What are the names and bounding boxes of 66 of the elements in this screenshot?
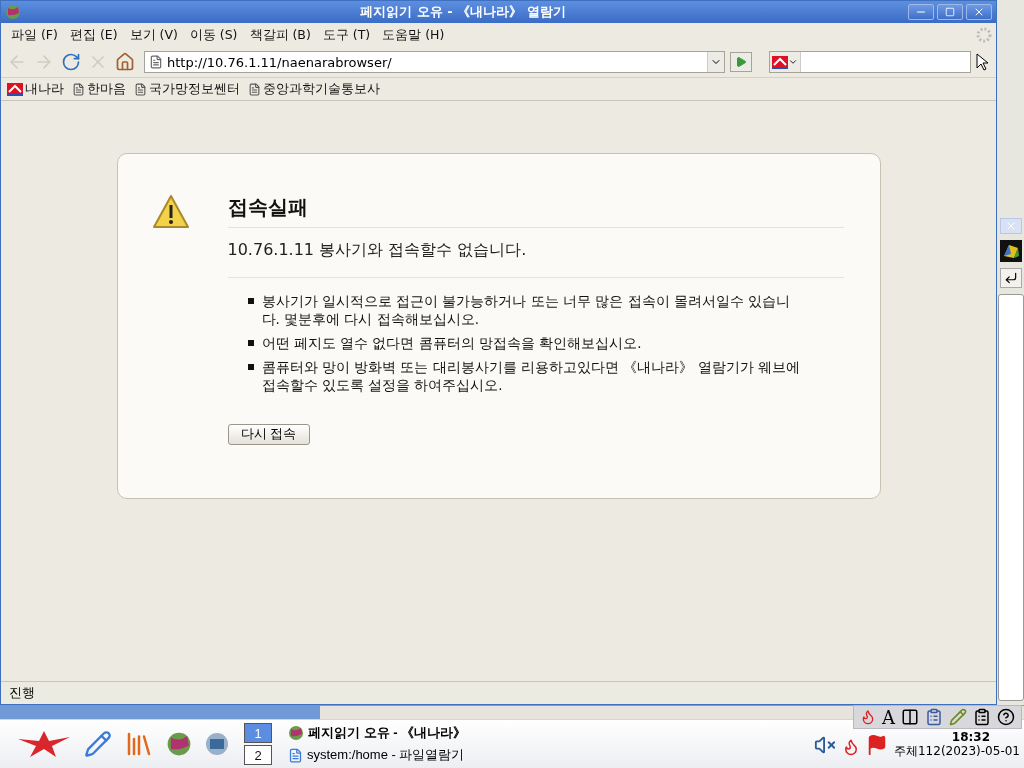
clock-date: 주체112(2023)-05-01	[894, 744, 1020, 759]
bookmark-link[interactable]: 중앙과학기술통보사	[248, 80, 380, 98]
maximize-button[interactable]	[937, 4, 963, 20]
reload-icon	[61, 52, 81, 72]
star-logo-icon	[16, 729, 72, 760]
go-button[interactable]	[730, 52, 752, 72]
advice-text: 콤퓨터와 망이 방화벽 또는 대리봉사기를 리용하고있다면 《내나라》 열람기가 웨브에 접속할수 있도록 설정을 하여주십시오.	[261, 358, 801, 394]
error-message: 10.76.1.11 봉사기와 접속할수 없습니다.	[227, 240, 844, 278]
globe-icon	[166, 731, 192, 758]
menu-item[interactable]: 도구 (T)	[316, 26, 377, 44]
maximize-icon	[945, 7, 955, 17]
menu-item[interactable]: 보기 (V)	[123, 26, 184, 44]
caret-icon	[788, 57, 798, 67]
logo-icon	[772, 55, 788, 69]
globe-icon	[288, 725, 304, 742]
home-icon	[115, 52, 135, 72]
search-bar[interactable]	[769, 51, 971, 73]
bullet-icon	[247, 364, 254, 370]
retry-button[interactable]: 다시 접속	[227, 424, 310, 445]
bookmark-link[interactable]: 국가망정보쎈터	[134, 80, 240, 98]
warning-icon	[151, 194, 190, 230]
menu-item[interactable]: 파일 (F)	[5, 26, 64, 44]
flag-icon[interactable]	[866, 734, 888, 757]
address-bar[interactable]: http://10.76.1.11/naenarabrowser/	[144, 51, 725, 73]
bullet-icon	[247, 340, 254, 346]
logo-icon	[7, 82, 23, 96]
status-text: 진행	[9, 684, 35, 702]
page-icon	[72, 82, 85, 96]
pencil-icon	[84, 730, 112, 759]
globe-icon	[5, 4, 21, 20]
minimize-button[interactable]	[908, 4, 934, 20]
task-button[interactable]: 페지읽기 오유 - 《내나라》	[288, 722, 518, 745]
enter-button[interactable]	[999, 268, 1022, 288]
dropdown-button[interactable]	[707, 52, 724, 72]
flame-icon[interactable]	[842, 738, 860, 757]
close-button[interactable]	[966, 4, 992, 20]
advice-text: 어떤 페지도 열수 없다면 콤퓨터의 망접속을 확인해보십시오.	[261, 334, 642, 352]
play-icon	[735, 56, 747, 68]
flame-icon[interactable]	[860, 709, 876, 725]
bullet-icon	[247, 298, 254, 304]
input-mode-indicator[interactable]: A	[882, 706, 895, 728]
help-icon[interactable]	[997, 708, 1015, 726]
bookmark-link[interactable]: 내나라	[7, 80, 64, 98]
menu-item[interactable]: 편집 (E)	[63, 26, 124, 44]
image-icon	[999, 240, 1022, 262]
clock-time: 18:32	[951, 730, 990, 745]
page-icon	[149, 55, 163, 69]
advice-text: 봉사기가 일시적으로 접근이 불가능하거나 또는 너무 많은 접속이 몰려서일수 있습니다. 몇분후에 다시 접속해보십시오.	[261, 292, 792, 328]
menu-item[interactable]: 이동 (S)	[183, 26, 244, 44]
page-icon	[134, 82, 147, 96]
task-button[interactable]: system:/home - 파일열람기	[288, 744, 518, 767]
menu-item[interactable]: 책갈피 (B)	[243, 26, 317, 44]
document-icon	[288, 747, 303, 763]
page-icon	[248, 82, 261, 96]
close-icon	[973, 6, 985, 18]
menu-item[interactable]: 도움말 (H)	[376, 26, 451, 44]
enter-icon	[1003, 271, 1018, 285]
address-field[interactable]: http://10.76.1.11/naenarabrowser/	[163, 54, 707, 70]
bookmark-link[interactable]: 한마음	[72, 80, 126, 98]
desktop-button[interactable]: 2	[244, 745, 272, 766]
window-title: 페지읽기 오유 - 《내나라》 열람기	[359, 3, 567, 21]
search-engine-button[interactable]	[770, 52, 801, 72]
clipboard-icon[interactable]	[973, 708, 991, 726]
throbber-icon	[976, 27, 992, 43]
error-title: 접속실패	[227, 194, 844, 228]
columns-icon[interactable]	[901, 708, 919, 726]
